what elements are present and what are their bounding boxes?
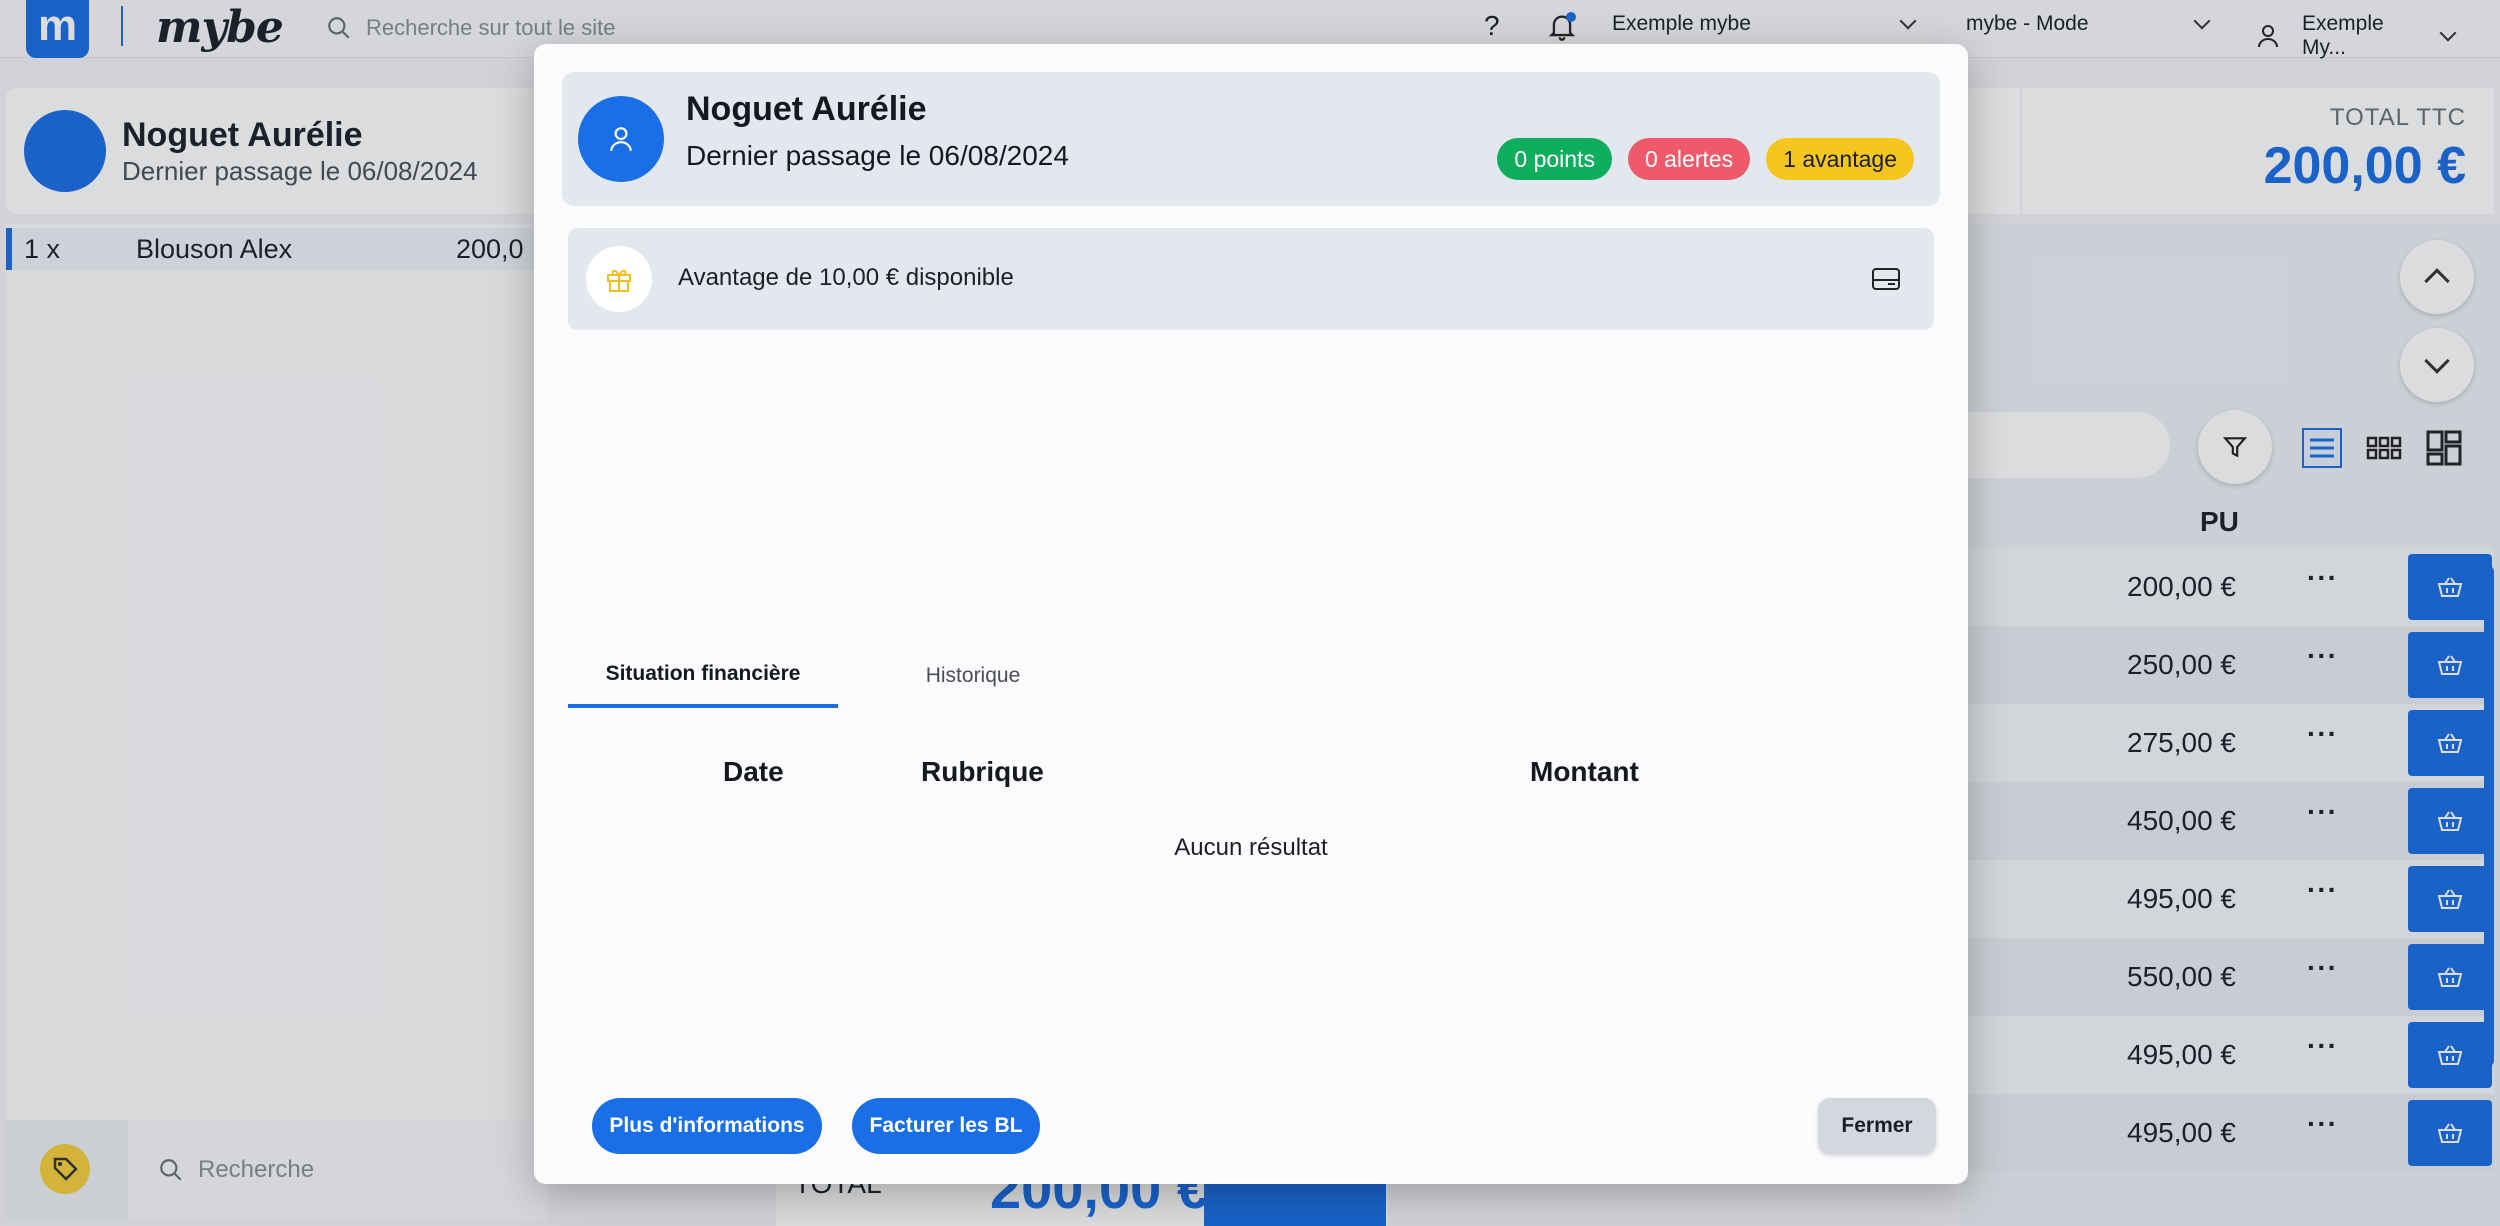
close-button[interactable]: Fermer [1818,1098,1936,1154]
advantage-text: Avantage de 10,00 € disponible [678,264,1014,291]
date-column-header: Date [723,756,784,787]
alerts-badge[interactable]: 0 alertes [1627,138,1751,180]
modal-client-name: Noguet Aurélie [686,90,927,128]
empty-state-text: Aucun résultat [1174,834,1328,861]
modal-client-header: Noguet Aurélie Dernier passage le 06/08/… [562,72,1940,206]
gift-icon [586,246,652,312]
modal-client-avatar [578,96,664,182]
montant-column-header: Montant [1530,756,1639,787]
more-info-button[interactable]: Plus d'informations [592,1098,822,1154]
modal-last-visit: Dernier passage le 06/08/2024 [686,140,1069,171]
invoice-bl-button[interactable]: Facturer les BL [852,1098,1040,1154]
advantage-badge[interactable]: 1 avantage [1766,138,1914,180]
client-badges: 0 points 0 alertes 1 avantage [1497,138,1914,180]
modal-tabs: Situation financière Historique [568,644,1108,708]
points-badge[interactable]: 0 points [1497,138,1612,180]
user-icon [610,127,632,151]
card-icon[interactable] [1872,268,1900,290]
tab-historique[interactable]: Historique [838,644,1108,708]
advantage-item[interactable]: Avantage de 10,00 € disponible [568,228,1934,330]
client-modal: Noguet Aurélie Dernier passage le 06/08/… [534,44,1968,1184]
rubrique-column-header: Rubrique [921,756,1044,787]
tab-situation-financiere[interactable]: Situation financière [568,644,838,708]
